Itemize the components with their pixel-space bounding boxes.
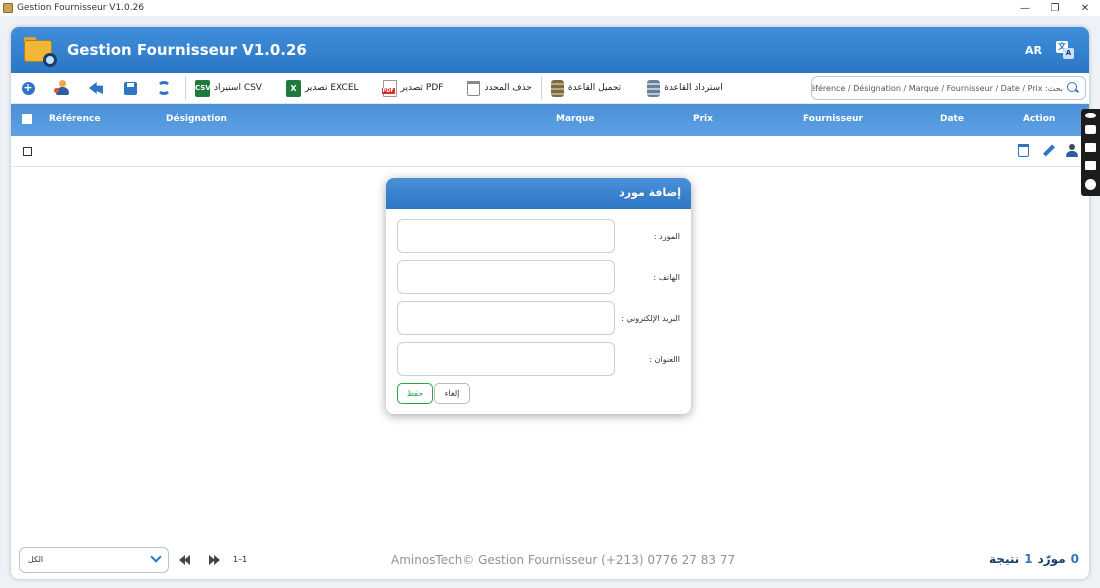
row-checkbox[interactable] <box>23 147 32 156</box>
results-summary: 0 مورّد 1 نتيجة <box>989 552 1079 566</box>
phone-input[interactable] <box>397 260 615 294</box>
close-button[interactable]: ✕ <box>1070 3 1100 14</box>
app-logo-icon <box>23 34 57 67</box>
window-controls: — ❐ ✕ <box>1010 3 1100 14</box>
floating-capture-panel <box>1081 109 1100 196</box>
plus-icon: + <box>21 80 35 95</box>
email-label: البريد الإلكتروني : <box>621 314 680 323</box>
camera-icon[interactable] <box>1085 125 1096 134</box>
table-row <box>11 136 1089 167</box>
search-icon[interactable] <box>1067 82 1079 94</box>
add-supplier-dialog: إضافة مورد المورد : الهاتف : البريد الإل… <box>386 178 691 414</box>
dialog-title: إضافة مورد <box>386 178 691 209</box>
page-range: 1–1 <box>233 555 248 564</box>
database-icon <box>550 79 564 97</box>
restore-database-label: استرداد القاعدة <box>664 83 723 93</box>
email-input[interactable] <box>397 301 615 335</box>
delete-row-icon[interactable] <box>1018 144 1029 157</box>
language-label[interactable]: AR <box>1025 44 1042 57</box>
column-reference[interactable]: Référence <box>49 114 100 124</box>
address-input[interactable] <box>397 342 615 376</box>
user-icon <box>54 80 70 96</box>
column-prix[interactable]: Prix <box>693 114 713 124</box>
delete-selected-label: حذف المحدد <box>484 83 532 93</box>
app-icon <box>3 3 13 13</box>
restore-database-button[interactable]: استرداد القاعدة <box>642 76 727 100</box>
supplier-name-label: المورد : <box>653 232 680 241</box>
import-csv-button[interactable]: CSV استيراد CSV <box>190 76 267 100</box>
toolbar: + CSV استيراد CSV X تصدير EXCEL تصدير PD… <box>11 73 1089 104</box>
app-title: Gestion Fournisseur V1.0.26 <box>67 41 307 59</box>
phone-label: الهاتف : <box>653 273 680 282</box>
import-csv-label: استيراد CSV <box>214 83 262 93</box>
copyright-text: AminosTech© Gestion Fournisseur (+213) 0… <box>391 553 736 567</box>
supplier-name-input[interactable] <box>397 219 615 253</box>
chevron-down-icon <box>150 551 162 563</box>
add-button[interactable]: + <box>11 76 45 100</box>
column-marque[interactable]: Marque <box>556 114 594 124</box>
toolbar-divider <box>540 76 542 100</box>
minimize-button[interactable]: — <box>1010 3 1040 14</box>
load-database-button[interactable]: تحميل القاعدة <box>546 76 626 100</box>
back-button[interactable] <box>79 76 113 100</box>
last-page-icon[interactable] <box>209 555 221 565</box>
suppliers-label: مورّد <box>1037 552 1066 566</box>
table-header: Référence Désignation Marque Prix Fourni… <box>11 104 1089 136</box>
pdf-icon <box>381 79 397 97</box>
refresh-icon <box>157 81 171 95</box>
suppliers-button[interactable] <box>45 76 79 100</box>
address-label: االعنوان : <box>649 355 680 364</box>
export-excel-button[interactable]: X تصدير EXCEL <box>281 76 364 100</box>
footer-bar: الكل 1–1 AminosTech© Gestion Fournisseur… <box>11 543 1089 579</box>
back-arrow-icon <box>89 82 103 94</box>
first-page-icon[interactable] <box>179 555 191 565</box>
search-box[interactable]: بحث: Référence / Désignation / Marque / … <box>811 76 1086 100</box>
export-pdf-label: تصدير PDF <box>400 83 444 93</box>
translate-icon[interactable]: 文 A <box>1056 41 1074 59</box>
page-size-value: الكل <box>28 555 44 564</box>
search-input[interactable]: بحث: Référence / Désignation / Marque / … <box>812 84 1067 93</box>
suppliers-count: 0 <box>1070 552 1079 566</box>
column-action: Action <box>1023 114 1056 124</box>
edit-row-icon[interactable] <box>1042 144 1056 158</box>
column-designation[interactable]: Désignation <box>166 114 227 124</box>
csv-file-icon: CSV <box>195 79 211 97</box>
delete-selected-button[interactable]: حذف المحدد <box>462 76 536 100</box>
app-header: Gestion Fournisseur V1.0.26 AR 文 A <box>11 27 1089 73</box>
column-date[interactable]: Date <box>940 114 964 124</box>
select-all-checkbox[interactable] <box>22 114 32 124</box>
window-title: Gestion Fournisseur V1.0.26 <box>17 3 145 13</box>
window-titlebar: Gestion Fournisseur V1.0.26 — ❐ ✕ <box>0 0 1100 16</box>
save-supplier-button[interactable]: حفظ <box>397 383 433 404</box>
more-icon[interactable] <box>1085 113 1096 118</box>
page-size-select[interactable]: الكل <box>19 547 169 573</box>
export-excel-label: تصدير EXCEL <box>304 83 359 93</box>
video-camera-icon[interactable] <box>1085 143 1096 152</box>
results-label: نتيجة <box>989 552 1020 566</box>
excel-icon: X <box>285 79 301 97</box>
column-fournisseur[interactable]: Fournisseur <box>803 114 863 124</box>
restore-button[interactable]: ❐ <box>1040 3 1070 14</box>
export-pdf-button[interactable]: تصدير PDF <box>378 76 449 100</box>
supplier-row-icon[interactable] <box>1065 144 1079 158</box>
refresh-button[interactable] <box>147 76 181 100</box>
save-button[interactable] <box>113 76 147 100</box>
cancel-button[interactable]: إلغاء <box>434 383 470 404</box>
toolbar-divider <box>185 76 186 100</box>
load-database-label: تحميل القاعدة <box>567 83 622 93</box>
database-restore-icon <box>647 79 661 97</box>
gear-icon[interactable] <box>1085 179 1096 190</box>
trash-icon <box>467 80 481 96</box>
floppy-disk-icon <box>123 81 137 95</box>
window-icon[interactable] <box>1085 161 1096 170</box>
results-count: 1 <box>1024 552 1033 566</box>
